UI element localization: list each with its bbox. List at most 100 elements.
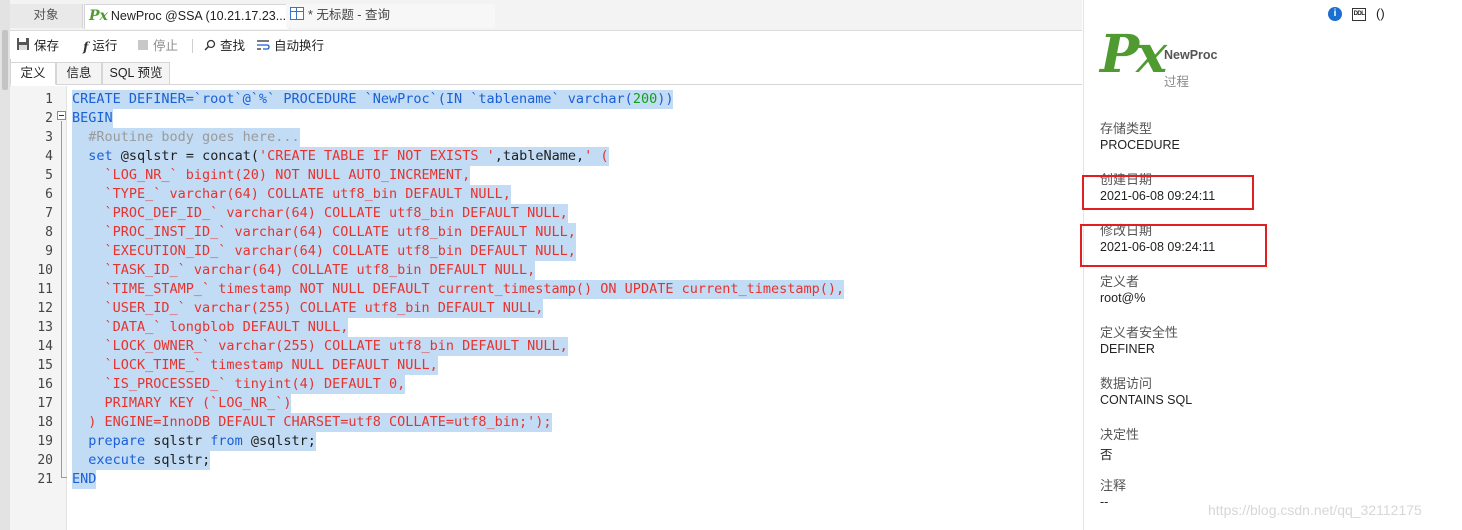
tab-procedure[interactable]: Px NewProc @SSA (10.21.17.23... <box>84 4 290 29</box>
scrollbar-thumb[interactable] <box>2 30 8 90</box>
parameters-icon[interactable]: () <box>1376 6 1385 22</box>
code-l4-f: 'CREATE TABLE IF NOT EXISTS ' <box>259 148 495 164</box>
code-l9: `EXECUTION_ID_` varchar(64) COLLATE utf8… <box>72 243 576 259</box>
code-line-16: `IS_PROCESSED_` tinyint(4) DEFAULT 0, <box>72 375 406 394</box>
tab-objects-label: 对象 <box>33 8 59 22</box>
line-number: 19 <box>37 434 53 449</box>
prop-security-label: 定义者安全性 <box>1100 325 1179 340</box>
tab-objects[interactable]: 对象 <box>10 4 83 28</box>
prop-security-value: DEFINER <box>1100 342 1155 356</box>
save-button[interactable]: 保存 <box>16 37 59 55</box>
find-button[interactable]: 查找 <box>204 37 245 55</box>
code-line-12: `USER_ID_` varchar(255) COLLATE utf8_bin… <box>72 299 544 318</box>
line-number: 11 <box>37 282 53 297</box>
code-l5: `LOG_NR_` bigint(20) NOT NULL AUTO_INCRE… <box>72 167 471 183</box>
line-number: 10 <box>37 263 53 278</box>
code-line-10: `TASK_ID_` varchar(64) COLLATE utf8_bin … <box>72 261 536 280</box>
tab-query-label: * 无标题 - 查询 <box>308 8 390 22</box>
save-label: 保存 <box>34 39 60 53</box>
line-number: 12 <box>37 301 53 316</box>
line-number: 7 <box>45 206 53 221</box>
object-info-panel: i DDL () Px NewProc 过程 存储类型 PROCEDURE 创建… <box>1080 0 1462 530</box>
code-line-15: `LOCK_TIME_` timestamp NULL DEFAULT NULL… <box>72 356 438 375</box>
fold-toggle[interactable] <box>57 111 66 120</box>
code-l4-g: , <box>494 148 503 164</box>
line-number: 13 <box>37 320 53 335</box>
tab-definition[interactable]: 定义 <box>10 62 56 85</box>
word-wrap-button[interactable]: 自动换行 <box>256 37 324 55</box>
code-l13: `DATA_` longblob DEFAULT NULL, <box>72 319 349 335</box>
stop-label: 停止 <box>153 39 179 53</box>
info-icon[interactable]: i <box>1328 7 1342 21</box>
code-l19-d: from <box>210 433 243 449</box>
prop-definer-label: 定义者 <box>1100 274 1140 289</box>
code-line-9: `EXECUTION_ID_` varchar(64) COLLATE utf8… <box>72 242 576 261</box>
line-number: 3 <box>45 130 53 145</box>
line-number: 20 <box>37 453 53 468</box>
prop-data-access-value: CONTAINS SQL <box>1100 393 1193 407</box>
code-editor[interactable]: CREATE DEFINER=`root`@`%` PROCEDURE `New… <box>10 86 1082 530</box>
word-wrap-icon <box>256 38 270 56</box>
code-l20-b: execute <box>88 452 146 468</box>
code-line-19: prepare sqlstr from @sqlstr; <box>72 432 316 451</box>
fold-guide <box>61 121 62 477</box>
code-l4-c: = <box>177 148 203 164</box>
code-l7: `PROC_DEF_ID_` varchar(64) COLLATE utf8_… <box>72 205 568 221</box>
code-l21: END <box>72 471 97 487</box>
save-icon <box>16 37 30 56</box>
code-line-5: `LOG_NR_` bigint(20) NOT NULL AUTO_INCRE… <box>72 166 471 185</box>
line-number: 15 <box>37 358 53 373</box>
code-l19-e: @sqlstr; <box>242 433 316 449</box>
prop-deterministic-label: 决定性 <box>1100 427 1140 442</box>
code-line-8: `PROC_INST_ID_` varchar(64) COLLATE utf8… <box>72 223 576 242</box>
line-number: 21 <box>37 472 53 487</box>
code-l4-a: set <box>72 148 121 164</box>
line-number: 9 <box>45 244 53 259</box>
fold-end <box>61 477 67 478</box>
prop-storage-type-label: 存储类型 <box>1100 121 1153 136</box>
stop-icon <box>137 38 149 56</box>
tab-sql-preview-label: SQL 预览 <box>109 66 163 80</box>
ddl-icon[interactable]: DDL <box>1352 8 1366 21</box>
code-l3: #Routine body goes here... <box>72 129 300 145</box>
line-number: 14 <box>37 339 53 354</box>
tab-info-label: 信息 <box>66 66 92 80</box>
code-l4-b: @sqlstr <box>120 148 178 164</box>
line-number: 2 <box>45 111 53 126</box>
tab-bar: 对象 Px NewProc @SSA (10.21.17.23... * 无标题 … <box>10 0 1082 31</box>
code-line-1: CREATE DEFINER=`root`@`%` PROCEDURE `New… <box>72 90 674 109</box>
code-l15: `LOCK_TIME_` timestamp NULL DEFAULT NULL… <box>72 357 438 373</box>
tab-sql-preview[interactable]: SQL 预览 <box>102 62 170 85</box>
prop-storage-type-value: PROCEDURE <box>1100 138 1180 152</box>
tab-procedure-label: NewProc @SSA (10.21.17.23... <box>110 9 287 23</box>
toolbar: 保存 f 运行 停止 查找 自动换行 <box>10 31 1082 59</box>
code-l18: ) ENGINE=InnoDB DEFAULT CHARSET=utf8 COL… <box>72 414 552 430</box>
code-l20-c: sqlstr; <box>145 452 211 468</box>
code-l4-d: concat <box>202 148 251 164</box>
code-l6: `TYPE_` varchar(64) COLLATE utf8_bin DEF… <box>72 186 511 202</box>
query-table-icon <box>290 7 304 20</box>
tab-definition-label: 定义 <box>20 66 46 80</box>
stop-button[interactable]: 停止 <box>137 37 178 55</box>
run-button[interactable]: f 运行 <box>83 37 117 55</box>
code-l4-j: ' ( <box>584 148 609 164</box>
code-l11: `TIME_STAMP_` timestamp NOT NULL DEFAULT… <box>72 281 845 297</box>
toolbar-separator <box>192 39 193 53</box>
code-l8: `PROC_INST_ID_` varchar(64) COLLATE utf8… <box>72 224 576 240</box>
highlight-box-modified <box>1080 224 1267 267</box>
function-run-icon: f <box>83 39 89 54</box>
code-l4-h: tableName <box>502 148 576 164</box>
run-label: 运行 <box>92 39 118 53</box>
line-number: 16 <box>37 377 53 392</box>
line-number: 1 <box>45 92 53 107</box>
object-name: NewProc <box>1164 48 1218 62</box>
tab-query[interactable]: * 无标题 - 查询 <box>286 4 495 28</box>
code-line-13: `DATA_` longblob DEFAULT NULL, <box>72 318 349 337</box>
procedure-large-icon: Px <box>1100 24 1167 85</box>
code-l20-a <box>72 452 88 468</box>
tab-info[interactable]: 信息 <box>56 62 102 85</box>
code-line-3: #Routine body goes here... <box>72 128 300 147</box>
code-l2: BEGIN <box>72 110 113 126</box>
code-l12: `USER_ID_` varchar(255) COLLATE utf8_bin… <box>72 300 544 316</box>
line-number: 8 <box>45 225 53 240</box>
